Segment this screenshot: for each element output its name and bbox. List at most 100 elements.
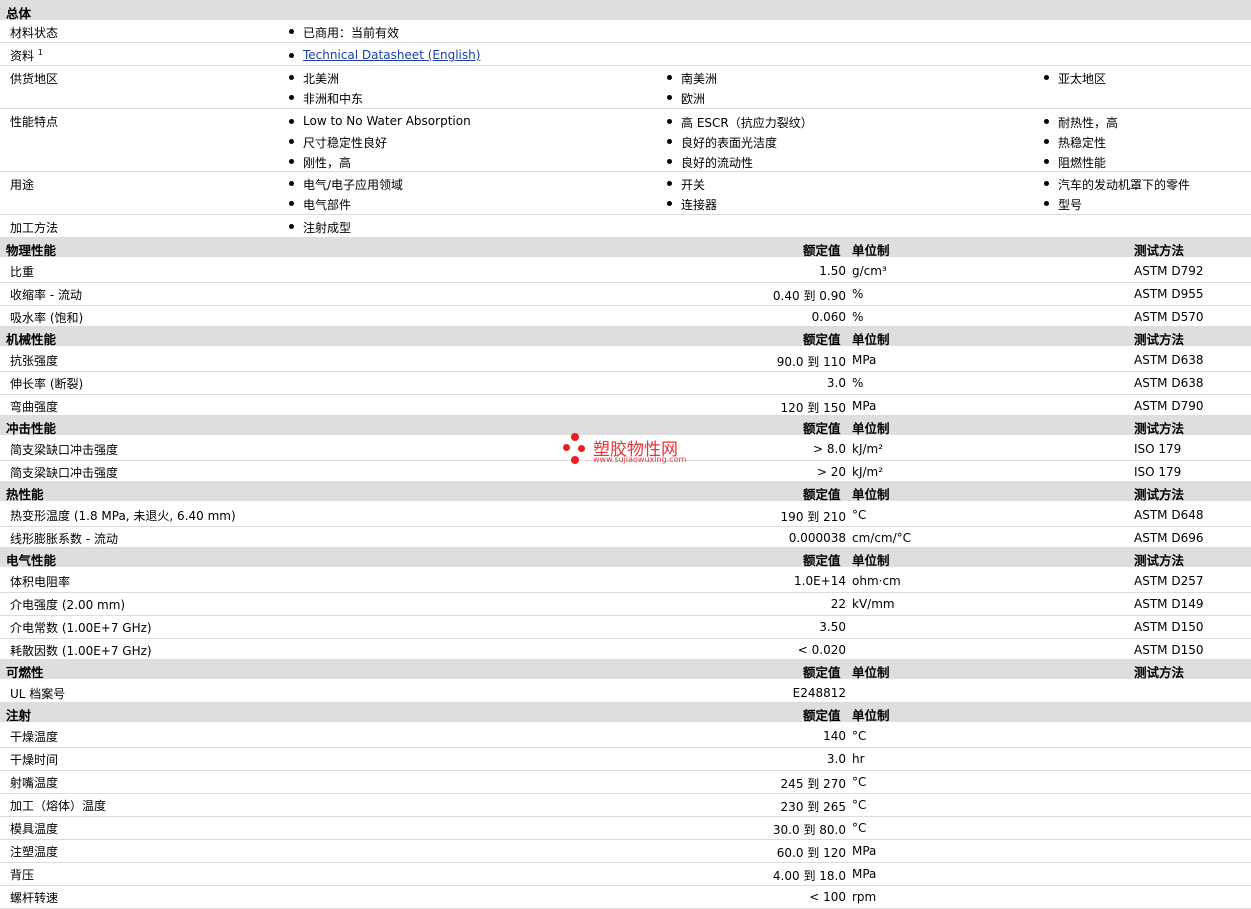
row-uses: 用途 电气/电子应用领域 开关 汽车的发动机罩下的零件 电气部件 连接器 型号 bbox=[0, 172, 1251, 215]
property-test-method: ASTM D955 bbox=[1134, 287, 1204, 301]
property-unit: MPa bbox=[852, 844, 877, 858]
header-unit: 单位制 bbox=[852, 708, 890, 723]
property-name: 模具温度 bbox=[10, 822, 59, 836]
section-header: 热性能 额定值 单位制 测试方法 bbox=[0, 481, 1251, 502]
header-unit: 单位制 bbox=[852, 332, 890, 347]
property-value: 1.50 bbox=[819, 264, 846, 278]
property-name: 体积电阻率 bbox=[10, 575, 71, 589]
property-value: 0.40 到 0.90 bbox=[772, 289, 846, 303]
property-row: 比重 1.50 g/cm³ ASTM D792 bbox=[0, 259, 1251, 283]
property-name: 线形膨胀系数 - 流动 bbox=[10, 532, 118, 546]
section-header: 可燃性 额定值 单位制 测试方法 bbox=[0, 659, 1251, 680]
property-name: 注塑温度 bbox=[10, 845, 59, 859]
region-item: 南美洲 bbox=[667, 70, 717, 87]
property-name: 简支梁缺口冲击强度 bbox=[10, 443, 119, 457]
property-name: 吸水率 (饱和) bbox=[10, 311, 84, 325]
property-row: 背压 4.00 到 18.0 MPa bbox=[0, 862, 1251, 886]
header-value: 额定值 bbox=[803, 332, 841, 347]
property-value: 3.0 bbox=[826, 376, 846, 390]
property-test-method: ASTM D150 bbox=[1134, 620, 1204, 634]
section-title: 注射 bbox=[6, 708, 32, 723]
property-row: 模具温度 30.0 到 80.0 °C bbox=[0, 816, 1251, 840]
property-unit: °C bbox=[852, 821, 867, 835]
property-unit: kJ/m² bbox=[852, 465, 884, 479]
property-name: 简支梁缺口冲击强度 bbox=[10, 466, 119, 480]
property-unit: °C bbox=[852, 508, 867, 522]
property-test-method: ASTM D150 bbox=[1134, 643, 1204, 657]
row-label: 性能特点 bbox=[10, 115, 59, 129]
property-test-method: ASTM D638 bbox=[1134, 376, 1204, 390]
feature-item: 阻燃性能 bbox=[1044, 154, 1106, 171]
property-value: 1.0E+14 bbox=[794, 574, 846, 588]
property-name: UL 档案号 bbox=[10, 687, 66, 701]
property-unit: cm/cm/°C bbox=[852, 531, 912, 545]
use-item: 型号 bbox=[1044, 196, 1082, 213]
section-header: 注射 额定值 单位制 bbox=[0, 702, 1251, 723]
property-row: 体积电阻率 1.0E+14 ohm·cm ASTM D257 bbox=[0, 569, 1251, 593]
property-test-method: ASTM D638 bbox=[1134, 353, 1204, 367]
row-processing: 加工方法 注射成型 bbox=[0, 215, 1251, 236]
property-name: 干燥温度 bbox=[10, 730, 59, 744]
property-value: 3.50 bbox=[819, 620, 846, 634]
feature-item: Low to No Water Absorption bbox=[289, 114, 471, 128]
property-name: 收缩率 - 流动 bbox=[10, 288, 82, 302]
property-row: 加工（熔体）温度 230 到 265 °C bbox=[0, 793, 1251, 817]
property-row: 注塑温度 60.0 到 120 MPa bbox=[0, 839, 1251, 863]
header-unit: 单位制 bbox=[852, 553, 890, 568]
feature-item: 尺寸稳定性良好 bbox=[289, 134, 387, 151]
property-row: 介电强度 (2.00 mm) 22 kV/mm ASTM D149 bbox=[0, 592, 1251, 616]
section-title: 冲击性能 bbox=[6, 421, 57, 436]
property-value: > 8.0 bbox=[813, 442, 846, 456]
property-value: 190 到 210 bbox=[780, 510, 846, 524]
row-features: 性能特点 Low to No Water Absorption 高 ESCR（抗… bbox=[0, 109, 1251, 172]
property-name: 干燥时间 bbox=[10, 753, 59, 767]
region-item: 亚太地区 bbox=[1044, 70, 1106, 87]
property-value: E248812 bbox=[792, 686, 846, 700]
property-test-method: ASTM D257 bbox=[1134, 574, 1204, 588]
property-test-method: ASTM D790 bbox=[1134, 399, 1204, 413]
section-title: 物理性能 bbox=[6, 243, 57, 258]
use-item: 电气部件 bbox=[289, 196, 351, 213]
property-test-method: ASTM D149 bbox=[1134, 597, 1204, 611]
property-name: 伸长率 (断裂) bbox=[10, 377, 84, 391]
property-unit: g/cm³ bbox=[852, 264, 887, 278]
status-value: 已商用：当前有效 bbox=[289, 24, 399, 41]
property-unit: % bbox=[852, 376, 864, 390]
datasheet-link[interactable]: Technical Datasheet (English) bbox=[303, 48, 480, 62]
property-name: 介电常数 (1.00E+7 GHz) bbox=[10, 621, 152, 635]
property-name: 耗散因数 (1.00E+7 GHz) bbox=[10, 644, 152, 658]
property-value: < 100 bbox=[809, 890, 846, 904]
feature-item: 良好的流动性 bbox=[667, 154, 753, 171]
property-unit: °C bbox=[852, 775, 867, 789]
property-row: 抗张强度 90.0 到 110 MPa ASTM D638 bbox=[0, 348, 1251, 372]
header-test-method: 测试方法 bbox=[1134, 332, 1185, 347]
property-value: 245 到 270 bbox=[780, 777, 846, 791]
property-row: 热变形温度 (1.8 MPa, 未退火, 6.40 mm) 190 到 210 °C… bbox=[0, 503, 1251, 527]
property-value: < 0.020 bbox=[797, 643, 846, 657]
region-item: 非洲和中东 bbox=[289, 90, 363, 107]
header-unit: 单位制 bbox=[852, 665, 890, 680]
property-value: 140 bbox=[823, 729, 846, 743]
property-test-method: ASTM D792 bbox=[1134, 264, 1204, 278]
property-name: 比重 bbox=[10, 265, 35, 279]
section-title: 热性能 bbox=[6, 487, 44, 502]
property-unit: rpm bbox=[852, 890, 877, 904]
property-test-method: ISO 179 bbox=[1134, 442, 1182, 456]
property-value: > 20 bbox=[816, 465, 846, 479]
header-test-method: 测试方法 bbox=[1134, 243, 1185, 258]
row-label: 资料 1 bbox=[10, 48, 43, 63]
property-unit: hr bbox=[852, 752, 865, 766]
property-unit: kV/mm bbox=[852, 597, 895, 611]
region-item: 欧洲 bbox=[667, 90, 705, 107]
watermark-logo: 塑胶物性网 www.sujiaowuxing.com bbox=[562, 432, 702, 468]
property-unit: °C bbox=[852, 729, 867, 743]
section-title: 机械性能 bbox=[6, 332, 57, 347]
header-test-method: 测试方法 bbox=[1134, 421, 1185, 436]
header-value: 额定值 bbox=[803, 553, 841, 568]
property-row: 螺杆转速 < 100 rpm bbox=[0, 885, 1251, 909]
property-value: 60.0 到 120 bbox=[776, 846, 846, 860]
property-name: 介电强度 (2.00 mm) bbox=[10, 598, 126, 612]
property-test-method: ASTM D570 bbox=[1134, 310, 1204, 324]
property-unit: ohm·cm bbox=[852, 574, 901, 588]
row-label: 用途 bbox=[10, 178, 35, 192]
